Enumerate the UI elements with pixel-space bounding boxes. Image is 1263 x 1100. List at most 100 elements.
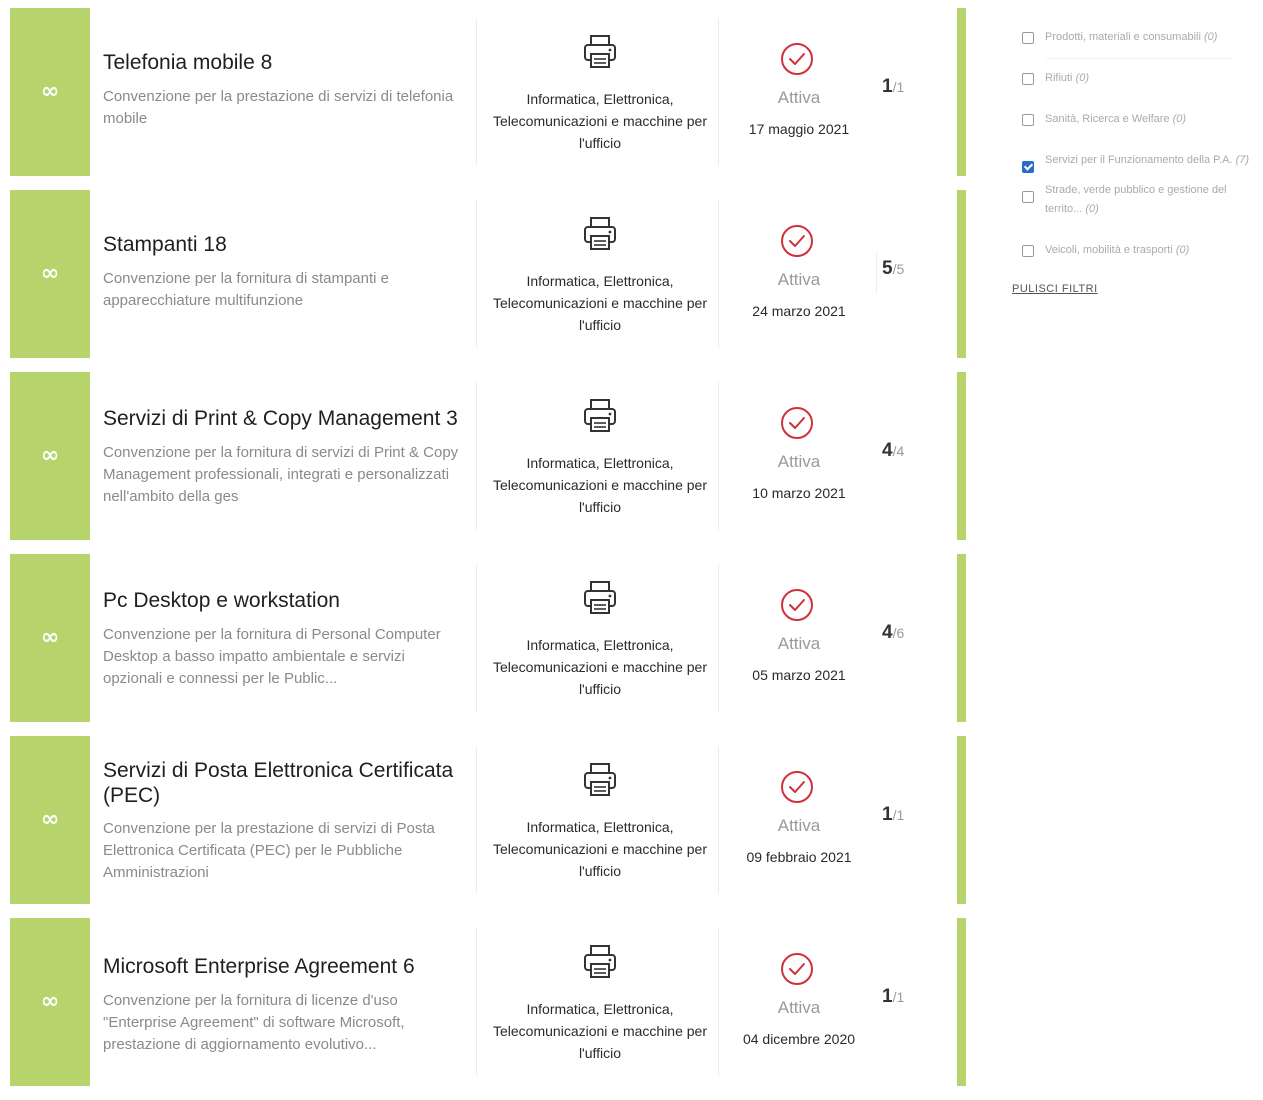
lot-count-value: 1 [882, 76, 893, 97]
infinity-icon: ∞ [40, 443, 60, 468]
column-divider [718, 746, 719, 894]
card-category: Informatica, Elettronica, Telecomunicazi… [493, 1001, 707, 1061]
check-circle-icon [781, 225, 813, 257]
infinity-icon: ∞ [40, 625, 60, 650]
card-date: 05 marzo 2021 [752, 667, 846, 683]
infinity-icon: ∞ [40, 807, 60, 832]
card-title[interactable]: Servizi di Posta Elettronica Certificata… [103, 758, 463, 808]
card-date: 04 dicembre 2020 [742, 1031, 856, 1047]
filter-option[interactable]: Rifiuti (0) [1022, 69, 1258, 88]
lot-count-total: /1 [892, 807, 905, 823]
convention-card[interactable]: ∞ Servizi di Print & Copy Management 3 C… [10, 372, 966, 540]
check-circle-icon [781, 43, 813, 75]
check-circle-icon [781, 953, 813, 985]
filter-label: Strade, verde pubblico e gestione del te… [1045, 184, 1227, 215]
lot-count-value: 5 [882, 258, 893, 279]
card-category: Informatica, Elettronica, Telecomunicazi… [493, 273, 707, 333]
card-title[interactable]: Servizi di Print & Copy Management 3 [103, 406, 463, 431]
column-divider [718, 200, 719, 348]
card-badge: ∞ [10, 918, 90, 1086]
convention-card[interactable]: ∞ Pc Desktop e workstation Convenzione p… [10, 554, 966, 722]
convention-card[interactable]: ∞ Servizi di Posta Elettronica Certifica… [10, 736, 966, 904]
card-badge: ∞ [10, 736, 90, 904]
filter-checkbox[interactable] [1022, 114, 1034, 126]
convention-list: ∞ Telefonia mobile 8 Convenzione per la … [10, 8, 966, 1100]
status-label: Attiva [777, 270, 821, 289]
status-label: Attiva [777, 998, 821, 1017]
check-circle-icon [781, 407, 813, 439]
card-description: Convenzione per la prestazione di serviz… [103, 820, 435, 881]
lot-count-total: /5 [892, 261, 905, 277]
printer-icon [584, 581, 616, 614]
filter-label: Servizi per il Funzionamento della P.A. … [1045, 154, 1250, 166]
filter-checkbox[interactable] [1022, 191, 1034, 203]
column-divider [476, 928, 477, 1076]
card-title[interactable]: Microsoft Enterprise Agreement 6 [103, 954, 463, 979]
card-description: Convenzione per la fornitura di servizi … [103, 444, 459, 505]
status-label: Attiva [777, 634, 821, 653]
card-right-bar [957, 736, 966, 904]
card-right-bar [957, 190, 966, 358]
filter-option[interactable]: Strade, verde pubblico e gestione del te… [1022, 181, 1258, 219]
filter-option[interactable]: Sanità, Ricerca e Welfare (0) [1022, 110, 1258, 129]
infinity-icon: ∞ [40, 79, 60, 104]
card-right-bar [957, 372, 966, 540]
card-description: Convenzione per la fornitura di licenze … [103, 992, 405, 1053]
filter-checkbox[interactable] [1022, 73, 1034, 85]
lot-count: 1/1 [882, 804, 942, 826]
check-circle-icon [781, 771, 813, 803]
filter-label: Rifiuti (0) [1045, 72, 1090, 84]
convention-card[interactable]: ∞ Microsoft Enterprise Agreement 6 Conve… [10, 918, 966, 1086]
card-title[interactable]: Telefonia mobile 8 [103, 50, 463, 75]
status-label: Attiva [777, 452, 821, 471]
card-right-bar [957, 8, 966, 176]
card-title[interactable]: Pc Desktop e workstation [103, 588, 463, 613]
lot-count: 5/5 [882, 258, 942, 280]
printer-icon [584, 217, 616, 250]
clear-filters-link[interactable]: PULISCI FILTRI [1012, 283, 1098, 295]
column-divider [476, 200, 477, 348]
convention-card[interactable]: ∞ Telefonia mobile 8 Convenzione per la … [10, 8, 966, 176]
infinity-icon: ∞ [40, 989, 60, 1014]
card-date: 24 marzo 2021 [752, 303, 846, 319]
column-divider [718, 382, 719, 530]
printer-icon [584, 399, 616, 432]
printer-icon [584, 763, 616, 796]
lot-count-total: /6 [892, 625, 905, 641]
printer-icon [584, 945, 616, 978]
column-divider [476, 18, 477, 166]
category-filters: Prodotti, materiali e consumabili (0) Ri… [1022, 28, 1258, 282]
card-description: Convenzione per la prestazione di serviz… [103, 88, 454, 127]
filter-checkbox[interactable] [1022, 32, 1034, 44]
filter-checkbox-checked[interactable] [1022, 161, 1034, 173]
lot-count-value: 4 [882, 440, 893, 461]
card-date: 10 marzo 2021 [752, 485, 846, 501]
card-title[interactable]: Stampanti 18 [103, 232, 463, 257]
lot-count: 4/6 [882, 622, 942, 644]
card-date: 09 febbraio 2021 [746, 849, 852, 865]
card-badge: ∞ [10, 372, 90, 540]
column-divider [876, 252, 877, 294]
column-divider [476, 382, 477, 530]
lot-count-total: /4 [892, 443, 905, 459]
convention-card[interactable]: ∞ Stampanti 18 Convenzione per la fornit… [10, 190, 966, 358]
card-badge: ∞ [10, 554, 90, 722]
column-divider [476, 564, 477, 712]
card-category: Informatica, Elettronica, Telecomunicazi… [493, 455, 707, 515]
filter-option[interactable]: Servizi per il Funzionamento della P.A. … [1022, 151, 1258, 173]
card-description: Convenzione per la fornitura di stampant… [103, 270, 389, 309]
infinity-icon: ∞ [40, 261, 60, 286]
column-divider [718, 18, 719, 166]
filter-label: Prodotti, materiali e consumabili (0) [1045, 31, 1218, 43]
filter-checkbox[interactable] [1022, 245, 1034, 257]
status-label: Attiva [777, 88, 821, 107]
lot-count-value: 4 [882, 622, 893, 643]
card-right-bar [957, 918, 966, 1086]
check-circle-icon [781, 589, 813, 621]
lot-count: 4/4 [882, 440, 942, 462]
filter-option[interactable]: Veicoli, mobilità e trasporti (0) [1022, 241, 1258, 260]
lot-count: 1/1 [882, 986, 942, 1008]
lot-count: 1/1 [882, 76, 942, 98]
printer-icon [584, 35, 616, 68]
filter-option[interactable]: Prodotti, materiali e consumabili (0) [1022, 28, 1258, 47]
